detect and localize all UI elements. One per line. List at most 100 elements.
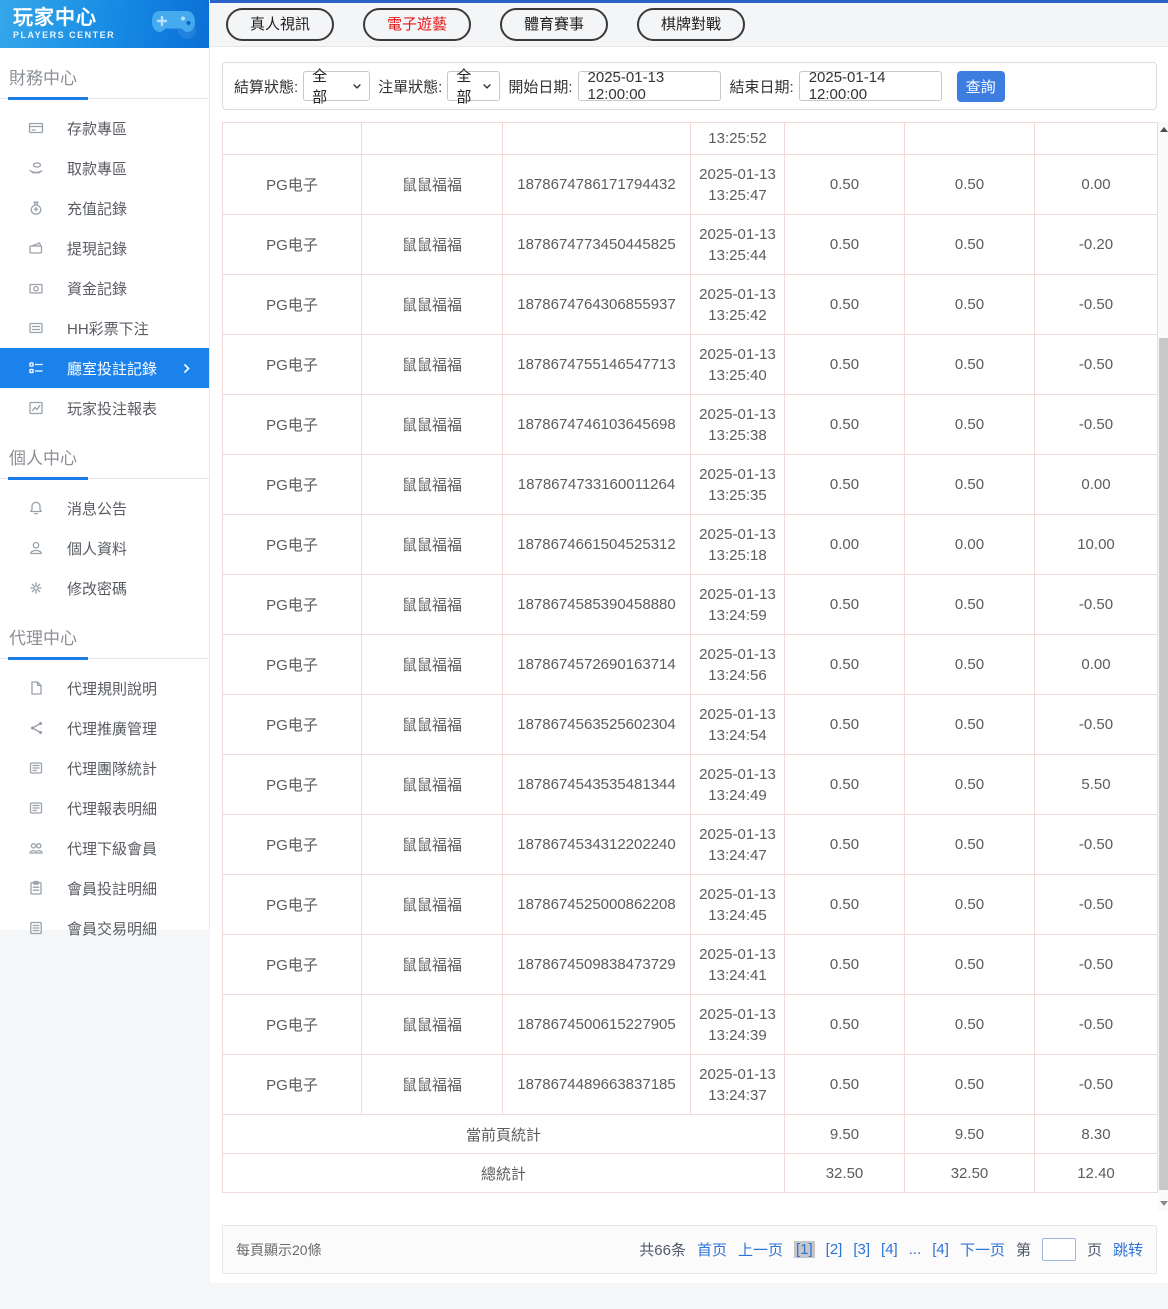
- game-name-cell: 鼠鼠福福: [361, 394, 503, 455]
- gear-icon: [28, 580, 44, 596]
- bet-amount-cell: 0.50: [784, 274, 905, 335]
- order-id-cell: 1878674661504525312: [502, 514, 691, 575]
- game-type-cell: PG电子: [222, 874, 362, 935]
- table-scrollbar[interactable]: [1158, 122, 1168, 1211]
- sidebar-item-label: 資金記錄: [67, 280, 128, 298]
- sidebar-item[interactable]: 會員交易明細: [0, 908, 209, 948]
- settle-status-select[interactable]: 全部: [303, 68, 371, 106]
- sidebar-item[interactable]: 資金記錄: [0, 268, 209, 308]
- order-id-cell: 1878674755146547713: [502, 334, 691, 395]
- page-link[interactable]: [2]: [826, 1241, 843, 1258]
- bet-amount-cell: 0.50: [784, 214, 905, 275]
- table-row: PG电子 鼠鼠福福 1878674786171794432 2025-01-13 13:…: [222, 154, 1158, 215]
- summary-label-cell: 當前頁統計: [222, 1114, 785, 1154]
- section-title-1: 個人中心: [9, 449, 77, 468]
- search-button[interactable]: 查詢: [956, 70, 1005, 102]
- sidebar-item[interactable]: 取款專區: [0, 148, 209, 188]
- game-name-cell: 鼠鼠福福: [361, 814, 503, 875]
- bet-amount-cell: [784, 122, 905, 155]
- sidebar-item[interactable]: 個人資料: [0, 528, 209, 568]
- sidebar-item-label: 充值記錄: [67, 200, 128, 218]
- game-name-cell: 鼠鼠福福: [361, 634, 503, 695]
- sidebar-item-label: 提現記錄: [67, 240, 128, 258]
- win-amount-cell: 0.00: [1034, 634, 1158, 695]
- sidebar-item[interactable]: HH彩票下注: [0, 308, 209, 348]
- sidebar-item[interactable]: 提現記錄: [0, 228, 209, 268]
- sidebar-item-label: 廳室投註記錄: [67, 360, 158, 378]
- chevron-down-icon: [481, 80, 493, 92]
- scroll-down-icon[interactable]: [1158, 1197, 1168, 1210]
- bet-amount-cell: 0.50: [784, 334, 905, 395]
- sidebar-item-label: 代理下級會員: [67, 840, 158, 858]
- table-row: PG电子 鼠鼠福福 1878674746103645698 2025-01-13 13:…: [222, 394, 1158, 455]
- page-ellipsis[interactable]: ...: [909, 1241, 922, 1258]
- win-amount-cell: -0.50: [1034, 394, 1158, 455]
- game-type-cell: PG电子: [222, 814, 362, 875]
- order-status-select[interactable]: 全部: [447, 68, 501, 106]
- page-link[interactable]: [3]: [853, 1241, 870, 1258]
- jump-page-input[interactable]: [1041, 1238, 1076, 1261]
- game-type-cell: [222, 122, 362, 155]
- win-amount-cell: -0.20: [1034, 214, 1158, 275]
- valid-amount-cell: 0.50: [904, 154, 1035, 215]
- next-page-link[interactable]: 下一页: [960, 1239, 1005, 1260]
- sidebar-item[interactable]: 代理團隊統計: [0, 748, 209, 788]
- sidebar-item[interactable]: 代理報表明細: [0, 788, 209, 828]
- bet-records-table-wrap: 13:25:52 PG电子 鼠鼠福福 1878674786171794432 2025-…: [222, 122, 1158, 1193]
- tab-item[interactable]: 真人視訊: [226, 8, 335, 41]
- bet-time-cell: 2025-01-13 13:25:35: [690, 454, 785, 515]
- end-date-input[interactable]: 2025-01-14 12:00:00: [798, 69, 942, 103]
- sidebar-item[interactable]: 會員投註明細: [0, 868, 209, 908]
- sidebar-item[interactable]: 存款專區: [0, 108, 209, 148]
- users-icon: [28, 840, 44, 856]
- table-row: PG电子 鼠鼠福福 1878674661504525312 2025-01-13 13:…: [222, 514, 1158, 575]
- sidebar-item[interactable]: 充值記錄: [0, 188, 209, 228]
- game-type-cell: PG电子: [222, 1054, 362, 1115]
- order-id-cell: 1878674534312202240: [502, 814, 691, 875]
- page-link[interactable]: [4]: [881, 1241, 898, 1258]
- page-link[interactable]: [1]: [793, 1241, 815, 1258]
- sidebar-item[interactable]: 代理規則說明: [0, 668, 209, 708]
- scrollbar-thumb[interactable]: [1159, 338, 1168, 1190]
- doc-icon: [28, 680, 44, 696]
- start-date-input[interactable]: 2025-01-13 12:00:00: [577, 69, 721, 103]
- lottery-bet-icon: [28, 320, 44, 336]
- page-size-text: 每頁顯示20條: [236, 1241, 322, 1258]
- table-row: PG电子 鼠鼠福福 1878674500615227905 2025-01-13 13:…: [222, 994, 1158, 1055]
- page-link[interactable]: [4]: [932, 1241, 949, 1258]
- jump-prefix-text: 第: [1015, 1242, 1031, 1259]
- bet-time-cell: 2025-01-13 13:24:41: [690, 934, 785, 995]
- game-type-cell: PG电子: [222, 694, 362, 755]
- sidebar-item[interactable]: 代理推廣管理: [0, 708, 209, 748]
- game-controller-icon: [147, 4, 201, 45]
- win-amount-cell: [1034, 122, 1158, 155]
- game-type-cell: PG电子: [222, 454, 362, 515]
- summary-row: 當前頁統計 9.50 9.50 8.30: [222, 1114, 1158, 1154]
- first-page-link[interactable]: 首页: [697, 1239, 727, 1260]
- scroll-up-icon[interactable]: [1158, 123, 1168, 136]
- bet-time-cell: 13:25:52: [690, 122, 785, 155]
- game-type-cell: PG电子: [222, 994, 362, 1055]
- pagination-bar: 每頁顯示20條 共66条 首页 上一页 [1] [2] [3] [4]... [4] 下…: [222, 1225, 1157, 1274]
- sidebar-item-label: 玩家投注報表: [67, 400, 158, 418]
- bet-amount-cell: 0.50: [784, 934, 905, 995]
- menu-list: 存款專區 取款專區充值記錄提現記錄資金記錄 HH彩票下注廳室投註記錄 玩家投注報表: [0, 99, 209, 428]
- bet-time-cell: 2025-01-13 13:25:18: [690, 514, 785, 575]
- tab-item[interactable]: 棋牌對戰: [637, 8, 746, 41]
- tab-active[interactable]: 電子遊藝: [363, 8, 472, 41]
- section-title-0: 財務中心: [9, 69, 77, 88]
- sidebar-item[interactable]: 玩家投注報表: [0, 388, 209, 428]
- sidebar-item[interactable]: 廳室投註記錄: [0, 348, 209, 388]
- sidebar-item[interactable]: 修改密碼: [0, 568, 209, 608]
- sidebar-item-label: 會員交易明細: [67, 920, 158, 938]
- sidebar-item[interactable]: 代理下級會員: [0, 828, 209, 868]
- settle-status-label: 結算狀態:: [234, 78, 299, 96]
- valid-amount-cell: 0.50: [904, 214, 1035, 275]
- order-id-cell: 1878674525000862208: [502, 874, 691, 935]
- win-amount-cell: -0.50: [1034, 874, 1158, 935]
- sidebar-item[interactable]: 消息公告: [0, 488, 209, 528]
- tab-item[interactable]: 體育賽事: [500, 8, 609, 41]
- prev-page-link[interactable]: 上一页: [738, 1239, 783, 1260]
- jump-button[interactable]: 跳转: [1113, 1239, 1143, 1260]
- order-id-cell: 1878674585390458880: [502, 574, 691, 635]
